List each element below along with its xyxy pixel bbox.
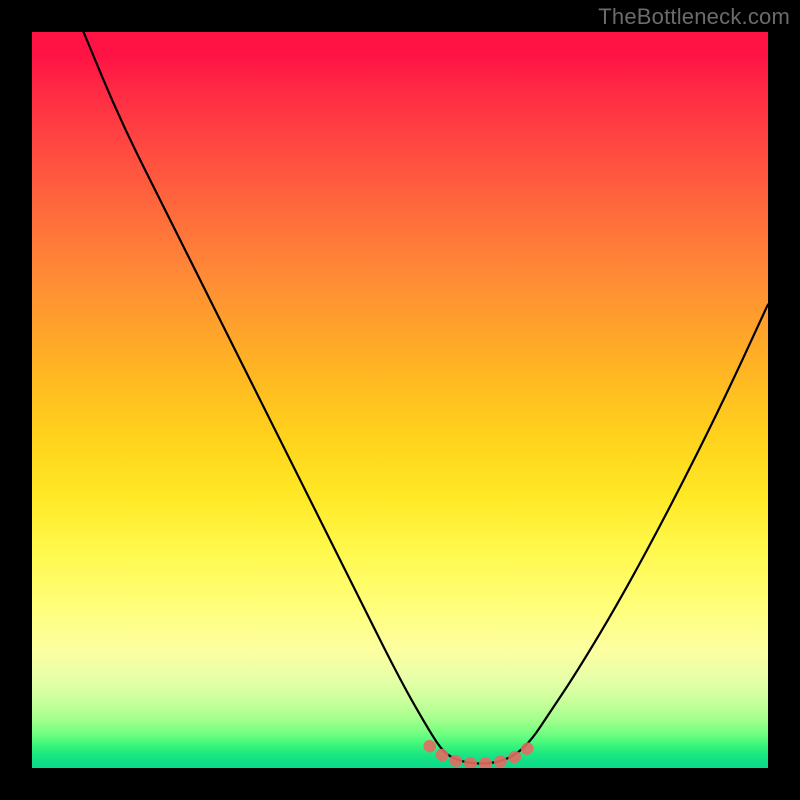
series-bottleneck-curve [84, 32, 768, 764]
plot-area [32, 32, 768, 768]
chart-frame: TheBottleneck.com [0, 0, 800, 800]
chart-svg [32, 32, 768, 768]
series-sweet-spot-band [429, 744, 532, 763]
watermark-text: TheBottleneck.com [598, 4, 790, 30]
curve-layer [84, 32, 768, 764]
